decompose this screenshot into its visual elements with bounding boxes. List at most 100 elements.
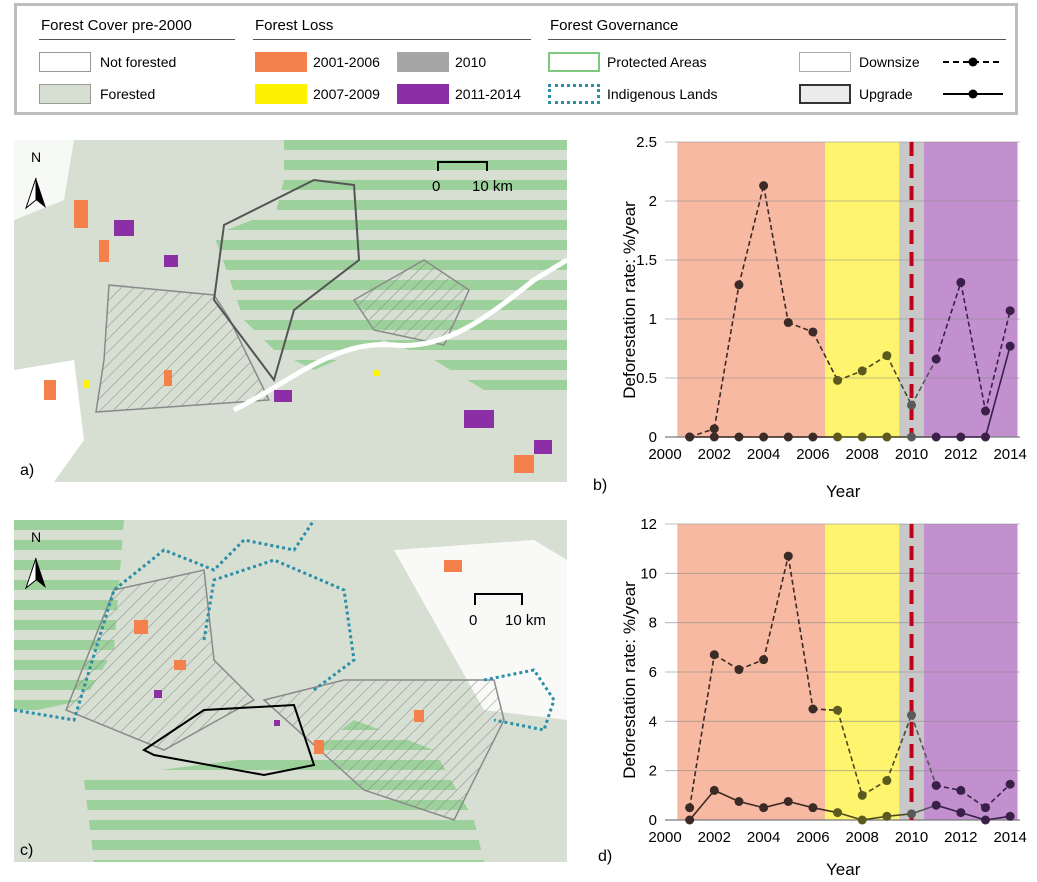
x-tick-label: 2014 [993,829,1026,846]
x-tick-label: 2000 [648,446,681,463]
upgrade-point-2012 [956,432,966,442]
swatch-downsize [799,52,851,72]
downsize-point-2006 [808,704,818,714]
map-c-graphic [14,520,567,862]
y-tick-label: 12 [640,516,657,533]
swatch-2010 [397,52,449,72]
y-tick-label: 2 [649,193,657,210]
downsize-point-2014 [1005,779,1015,789]
x-tick-label: 2012 [944,829,977,846]
legend-label-upgrade: Upgrade [859,86,913,102]
chart-d-letter: d) [598,848,613,865]
y-tick-label: 8 [649,615,657,632]
x-tick-label: 2014 [993,446,1026,463]
upgrade-point-2001 [685,815,695,825]
downsize-point-2005 [783,551,793,561]
scale-end-c: 10 km [505,612,546,629]
chart-d: 0 2 4 6 8 10 12 2000 2002 2004 2006 2008 2010 2012 201… [640,516,1027,846]
panel-letter-a: a) [20,462,35,479]
upgrade-point-2005 [783,797,793,806]
legend-governance-rule [548,39,1006,40]
north-label-a: N [31,149,42,165]
y-tick-label: 4 [649,713,657,730]
downsize-point-2013 [980,803,990,813]
x-tick-label: 2004 [747,829,780,846]
swatch-protected-areas [548,52,600,72]
y-tick-label: 2.5 [636,134,657,151]
y-tick-label: 2 [649,763,657,780]
chart-d-xlabel: Year [826,860,861,879]
downsize-point-2010 [907,710,917,720]
x-tick-label: 2008 [846,446,879,463]
legend-label-forested: Forested [100,86,156,102]
legend-loss-title: Forest Loss [255,17,334,34]
downsize-point-2014 [1005,306,1015,316]
downsize-point-2001 [685,803,695,813]
downsize-point-2002 [709,424,719,434]
x-tick-label: 2006 [796,829,829,846]
legend: Forest Cover pre-2000 Not forested Fores… [14,3,1018,115]
downsize-point-2009 [882,351,892,361]
upgrade-point-2002 [709,785,719,795]
upgrade-point-2012 [956,808,966,818]
downsize-point-2013 [980,406,990,416]
legend-line-samples [943,57,1003,99]
downsize-point-2002 [709,650,719,660]
y-tick-label: 6 [649,664,657,681]
legend-label-protected-areas: Protected Areas [607,54,707,70]
swatch-2011-2014 [397,84,449,104]
downsize-point-2004 [759,655,769,665]
downsize-point-2009 [882,776,892,786]
panel-letter-c: c) [20,842,34,859]
downsize-point-2011 [931,780,941,790]
x-tick-label: 2012 [944,446,977,463]
upgrade-point-2007 [833,432,843,442]
upgrade-point-2007 [833,808,843,818]
y-tick-label: 1 [649,311,657,328]
legend-label-indigenous-lands: Indigenous Lands [607,86,718,102]
upgrade-point-2011 [931,800,941,810]
upgrade-point-2004 [759,432,769,442]
scale-start-c: 0 [469,612,478,629]
upgrade-point-2008 [857,432,867,442]
swatch-indigenous-lands [548,84,600,104]
upgrade-point-2013 [980,815,990,825]
downsize-point-2003 [734,280,744,290]
y-tick-label: 10 [640,565,657,582]
downsize-point-2012 [956,785,966,795]
legend-loss-rule [253,39,531,40]
upgrade-point-2003 [734,797,744,806]
upgrade-point-2010 [907,432,917,442]
upgrade-point-2003 [734,432,744,442]
legend-cover-title: Forest Cover pre-2000 [41,17,192,34]
chart-d-ylabel: Deforestation rate: %/year [620,581,639,779]
downsize-point-2008 [857,366,867,376]
upgrade-point-2001 [685,432,695,442]
x-tick-label: 2002 [698,446,731,463]
upgrade-point-2009 [882,432,892,442]
downsize-point-2005 [783,318,793,328]
downsize-point-2007 [833,705,843,715]
downsize-point-2006 [808,327,818,337]
swatch-not-forested [39,52,91,72]
x-tick-label: 2006 [796,446,829,463]
scale-end-a: 10 km [472,178,513,195]
x-tick-label: 2008 [846,829,879,846]
swatch-2007-2009 [255,84,307,104]
chart-b-letter: b) [593,477,608,494]
chart-b-ylabel: Deforestation rate: %/year [620,201,639,399]
downsize-point-2004 [759,181,769,191]
legend-cover-rule [39,39,235,40]
x-tick-label: 2002 [698,829,731,846]
upgrade-point-2006 [808,432,818,442]
upgrade-point-2011 [931,432,941,442]
swatch-upgrade [799,84,851,104]
legend-label-downsize: Downsize [859,54,920,70]
period-band-2001-2006 [677,142,826,437]
downsize-marker-sample [968,57,978,67]
north-label-c: N [31,529,42,545]
x-tick-label: 2004 [747,446,780,463]
map-c: N 0 10 km c) [14,520,567,862]
downsize-point-2003 [734,665,744,675]
downsize-point-2007 [833,375,843,385]
